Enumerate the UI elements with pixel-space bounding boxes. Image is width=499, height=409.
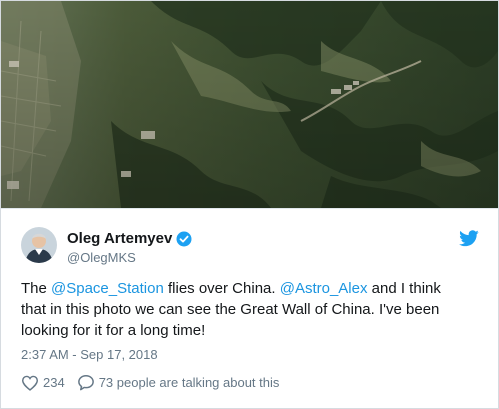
tweet-actions: 234 73 people are talking about this bbox=[21, 374, 291, 391]
tweet-text-line-1: The @Space_Station flies over China. @As… bbox=[21, 278, 491, 299]
heart-icon bbox=[21, 375, 39, 391]
reply-text: 73 people are talking about this bbox=[98, 375, 280, 390]
author-name-row[interactable]: Oleg Artemyev bbox=[67, 230, 192, 247]
author-handle[interactable]: @OlegMKS bbox=[67, 250, 136, 265]
like-button[interactable]: 234 bbox=[21, 375, 65, 391]
speech-bubble-icon bbox=[77, 375, 94, 391]
mention-space-station-link[interactable]: @Space_Station bbox=[51, 280, 164, 297]
reply-button[interactable]: 73 people are talking about this bbox=[77, 374, 280, 391]
like-count: 234 bbox=[43, 375, 65, 390]
author-avatar[interactable] bbox=[21, 227, 57, 263]
tweet-card: Oleg Artemyev @OlegMKS The @Space_Statio… bbox=[0, 0, 499, 409]
tweet-text-part: flies over China. bbox=[163, 280, 280, 297]
tweet-timestamp[interactable]: 2:37 AM - Sep 17, 2018 bbox=[21, 347, 158, 362]
tweet-text-line-2: that in this photo we can see the Great … bbox=[21, 301, 440, 318]
tweet-text-line-3: looking for it for a long time! bbox=[21, 322, 206, 339]
mention-astro-alex-link[interactable]: @Astro_Alex bbox=[280, 280, 368, 297]
photo-divider bbox=[1, 208, 498, 209]
tweet-text-part: and I think bbox=[367, 280, 441, 297]
author-name[interactable]: Oleg Artemyev bbox=[67, 230, 172, 247]
tweet-text-part: The bbox=[21, 280, 52, 297]
verified-badge-icon bbox=[176, 231, 192, 246]
twitter-bird-icon[interactable] bbox=[459, 230, 479, 247]
tweet-photo[interactable] bbox=[1, 1, 498, 208]
tweet-text: The @Space_Station flies over China. @As… bbox=[21, 278, 491, 341]
